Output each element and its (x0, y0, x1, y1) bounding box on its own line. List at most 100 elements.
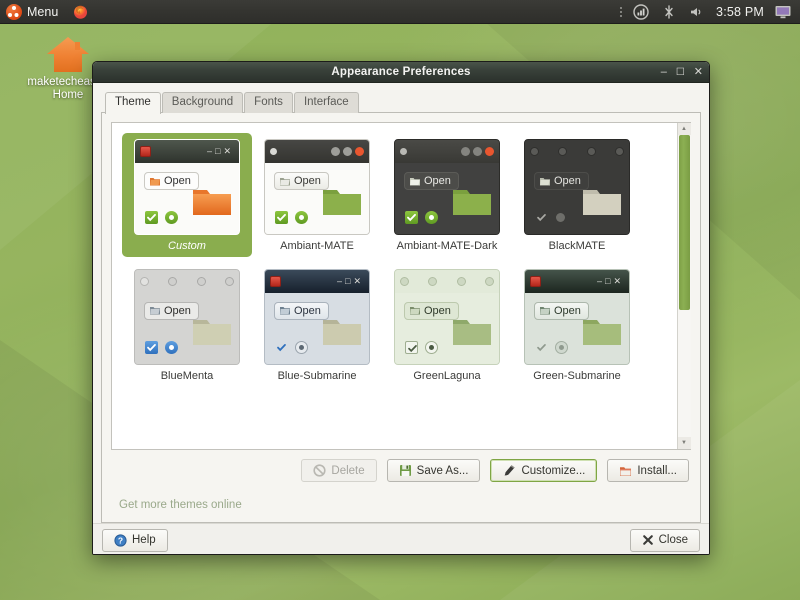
window-title: Appearance Preferences (331, 66, 470, 78)
delete-button[interactable]: Delete (301, 459, 376, 482)
menu-button[interactable]: Menu (0, 0, 66, 24)
thumbnail-radio (295, 211, 308, 224)
minimize-icon[interactable]: – (661, 67, 667, 78)
thumbnail-folder-icon (191, 185, 233, 217)
scrollbar-track[interactable] (678, 135, 691, 437)
thumbnail-radio (425, 341, 438, 354)
save-as-button-label: Save As... (417, 464, 469, 478)
thumbnail-open-label: Open (164, 175, 191, 187)
theme-thumbnail: –□✕ Open (134, 139, 240, 235)
theme-item-blue-submarine[interactable]: –□✕ Open (252, 263, 382, 387)
theme-item-greenlaguna[interactable]: Open (382, 263, 512, 387)
thumbnail-open-label: Open (554, 305, 581, 317)
theme-name: Ambiant-MATE (280, 240, 354, 253)
thumbnail-folder-icon (321, 315, 363, 347)
help-button-label: Help (132, 533, 156, 547)
thumbnail-folder-icon (191, 315, 233, 347)
close-button[interactable]: Close (630, 529, 700, 552)
display-monitor-icon[interactable] (774, 4, 792, 20)
theme-thumbnail: Open (394, 139, 500, 235)
scrollbar-thumb[interactable] (679, 135, 690, 310)
close-x-icon (642, 534, 654, 546)
thumbnail-open-label: Open (424, 175, 451, 187)
thumbnail-checkbox (145, 211, 158, 224)
theme-list-scrollbar[interactable]: ▲ ▼ (677, 123, 690, 449)
thumbnail-folder-icon (451, 315, 493, 347)
theme-item-ambiant-mate-dark[interactable]: Open (382, 133, 512, 257)
theme-name: Blue-Submarine (278, 370, 357, 383)
theme-item-ambiant-mate[interactable]: Open (252, 133, 382, 257)
window-titlebar[interactable]: Appearance Preferences – ☐ ✕ (93, 62, 709, 83)
window-controls: – ☐ ✕ (661, 62, 703, 83)
get-more-themes-link[interactable]: Get more themes online (119, 499, 242, 511)
thumbnail-checkbox (535, 341, 548, 354)
tab-background[interactable]: Background (162, 92, 243, 113)
thumbnail-radio (425, 211, 438, 224)
theme-name: BlueMenta (161, 370, 214, 383)
theme-name: Green-Submarine (533, 370, 620, 383)
delete-forbidden-icon (313, 464, 326, 477)
tab-bar: Theme Background Fonts Interface (101, 91, 701, 113)
customize-button[interactable]: Customize... (490, 459, 597, 482)
tab-fonts[interactable]: Fonts (244, 92, 293, 113)
menu-button-label: Menu (27, 5, 58, 19)
theme-tab-page: –□✕ Open (101, 112, 701, 523)
delete-button-label: Delete (331, 464, 364, 478)
help-question-icon: ? (114, 534, 127, 547)
top-panel: Menu (0, 0, 800, 24)
theme-row: –□✕ Open (122, 133, 673, 263)
theme-name: BlackMATE (549, 240, 606, 253)
theme-name: GreenLaguna (413, 370, 480, 383)
maximize-icon[interactable]: ☐ (676, 67, 685, 78)
ubuntu-logo-icon (6, 4, 22, 20)
thumbnail-radio (165, 341, 178, 354)
help-button[interactable]: ? Help (102, 529, 168, 552)
thumbnail-checkbox (405, 341, 418, 354)
save-as-button[interactable]: Save As... (387, 459, 481, 482)
thumbnail-open-label: Open (164, 305, 191, 317)
thumbnail-checkbox (275, 341, 288, 354)
thumbnail-folder-icon (321, 185, 363, 217)
install-button-label: Install... (637, 464, 677, 478)
more-themes-row: Get more themes online (111, 482, 691, 513)
appearance-preferences-window: Appearance Preferences – ☐ ✕ Theme Backg… (92, 61, 710, 555)
thumbnail-folder-icon (451, 185, 493, 217)
theme-item-custom[interactable]: –□✕ Open (122, 133, 252, 257)
scroll-down-arrow-icon[interactable]: ▼ (678, 437, 691, 449)
thumbnail-checkbox (275, 211, 288, 224)
theme-thumbnail: Open (394, 269, 500, 365)
theme-name: Custom (168, 240, 206, 253)
thumbnail-radio (556, 213, 565, 222)
thumbnail-open-label: Open (424, 305, 451, 317)
thumbnail-folder-icon (581, 315, 623, 347)
thumbnail-checkbox (405, 211, 418, 224)
theme-item-bluementa[interactable]: Open (122, 263, 252, 387)
theme-item-blackmate[interactable]: Open (512, 133, 642, 257)
thumbnail-open-label: Open (294, 175, 321, 187)
thumbnail-checkbox (535, 211, 548, 224)
theme-chooser: –□✕ Open (111, 122, 691, 450)
thumbnail-open-label: Open (554, 175, 581, 187)
network-signal-icon[interactable] (632, 4, 650, 20)
theme-thumbnail: Open (134, 269, 240, 365)
theme-thumbnail: Open (264, 139, 370, 235)
theme-row: Open (122, 263, 673, 393)
panel-tray: 3:58 PM (620, 4, 800, 20)
clock[interactable]: 3:58 PM (716, 5, 764, 19)
install-button[interactable]: Install... (607, 459, 689, 482)
firefox-icon[interactable] (72, 3, 89, 20)
scroll-up-arrow-icon[interactable]: ▲ (678, 123, 691, 135)
volume-icon[interactable] (688, 4, 706, 20)
grip-dots-icon[interactable] (620, 7, 622, 17)
theme-item-green-submarine[interactable]: –□✕ Open (512, 263, 642, 387)
theme-list[interactable]: –□✕ Open (112, 123, 677, 449)
theme-action-buttons: Delete Save As... (111, 450, 691, 482)
thumbnail-checkbox (145, 341, 158, 354)
desktop-icon-label-line2: Home (53, 89, 84, 101)
tab-theme[interactable]: Theme (105, 92, 161, 114)
close-icon[interactable]: ✕ (694, 67, 703, 78)
thumbnail-radio (295, 341, 308, 354)
customize-button-label: Customize... (521, 464, 585, 478)
tab-interface[interactable]: Interface (294, 92, 359, 113)
bluetooth-icon[interactable] (660, 4, 678, 20)
